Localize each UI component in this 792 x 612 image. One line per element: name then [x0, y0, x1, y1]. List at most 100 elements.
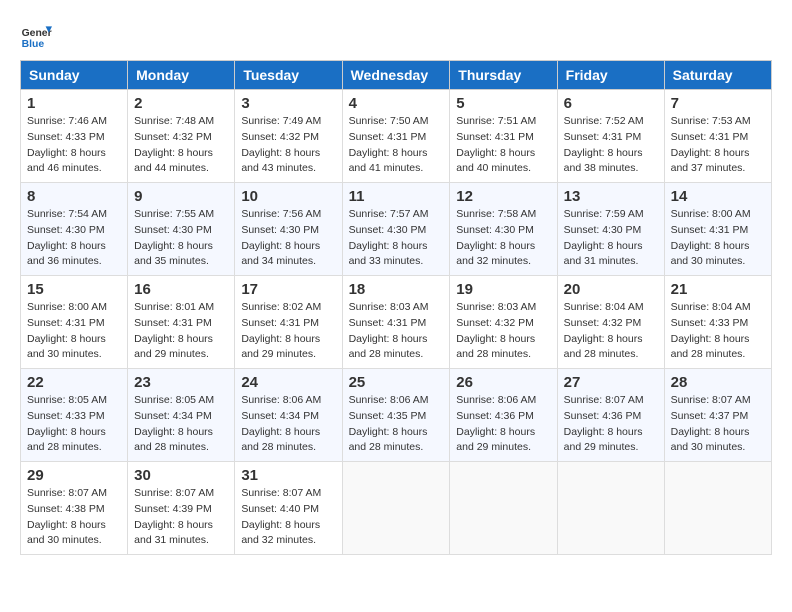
day-number: 1 — [27, 95, 121, 112]
calendar-header-row: SundayMondayTuesdayWednesdayThursdayFrid… — [21, 61, 772, 90]
day-info: Sunrise: 7:57 AMSunset: 4:30 PMDaylight:… — [349, 208, 429, 267]
calendar-cell: 7 Sunrise: 7:53 AMSunset: 4:31 PMDayligh… — [664, 90, 771, 183]
calendar-cell: 21 Sunrise: 8:04 AMSunset: 4:33 PMDaylig… — [664, 276, 771, 369]
day-number: 26 — [456, 374, 550, 391]
day-number: 23 — [134, 374, 228, 391]
calendar-cell: 23 Sunrise: 8:05 AMSunset: 4:34 PMDaylig… — [128, 369, 235, 462]
day-number: 27 — [564, 374, 658, 391]
page-header: General Blue — [20, 20, 772, 52]
calendar-cell: 1 Sunrise: 7:46 AMSunset: 4:33 PMDayligh… — [21, 90, 128, 183]
calendar-cell: 19 Sunrise: 8:03 AMSunset: 4:32 PMDaylig… — [450, 276, 557, 369]
column-header-tuesday: Tuesday — [235, 61, 342, 90]
day-info: Sunrise: 7:48 AMSunset: 4:32 PMDaylight:… — [134, 115, 214, 174]
logo-icon: General Blue — [20, 20, 52, 52]
calendar-week-row: 15 Sunrise: 8:00 AMSunset: 4:31 PMDaylig… — [21, 276, 772, 369]
calendar-cell — [664, 462, 771, 555]
day-info: Sunrise: 8:07 AMSunset: 4:38 PMDaylight:… — [27, 487, 107, 546]
calendar-table: SundayMondayTuesdayWednesdayThursdayFrid… — [20, 60, 772, 555]
calendar-cell: 15 Sunrise: 8:00 AMSunset: 4:31 PMDaylig… — [21, 276, 128, 369]
day-info: Sunrise: 7:50 AMSunset: 4:31 PMDaylight:… — [349, 115, 429, 174]
calendar-cell: 13 Sunrise: 7:59 AMSunset: 4:30 PMDaylig… — [557, 183, 664, 276]
calendar-cell: 25 Sunrise: 8:06 AMSunset: 4:35 PMDaylig… — [342, 369, 450, 462]
day-number: 20 — [564, 281, 658, 298]
day-number: 11 — [349, 188, 444, 205]
day-number: 8 — [27, 188, 121, 205]
day-number: 4 — [349, 95, 444, 112]
calendar-cell: 9 Sunrise: 7:55 AMSunset: 4:30 PMDayligh… — [128, 183, 235, 276]
day-number: 13 — [564, 188, 658, 205]
day-number: 25 — [349, 374, 444, 391]
calendar-cell — [557, 462, 664, 555]
day-number: 10 — [241, 188, 335, 205]
day-number: 3 — [241, 95, 335, 112]
calendar-cell: 29 Sunrise: 8:07 AMSunset: 4:38 PMDaylig… — [21, 462, 128, 555]
day-number: 9 — [134, 188, 228, 205]
logo: General Blue — [20, 20, 58, 52]
day-info: Sunrise: 8:00 AMSunset: 4:31 PMDaylight:… — [27, 301, 107, 360]
calendar-week-row: 29 Sunrise: 8:07 AMSunset: 4:38 PMDaylig… — [21, 462, 772, 555]
calendar-cell: 3 Sunrise: 7:49 AMSunset: 4:32 PMDayligh… — [235, 90, 342, 183]
day-info: Sunrise: 7:52 AMSunset: 4:31 PMDaylight:… — [564, 115, 644, 174]
day-info: Sunrise: 8:03 AMSunset: 4:32 PMDaylight:… — [456, 301, 536, 360]
day-info: Sunrise: 8:07 AMSunset: 4:37 PMDaylight:… — [671, 394, 751, 453]
calendar-cell: 10 Sunrise: 7:56 AMSunset: 4:30 PMDaylig… — [235, 183, 342, 276]
day-info: Sunrise: 7:51 AMSunset: 4:31 PMDaylight:… — [456, 115, 536, 174]
day-number: 19 — [456, 281, 550, 298]
calendar-cell: 17 Sunrise: 8:02 AMSunset: 4:31 PMDaylig… — [235, 276, 342, 369]
day-number: 21 — [671, 281, 765, 298]
column-header-thursday: Thursday — [450, 61, 557, 90]
calendar-week-row: 8 Sunrise: 7:54 AMSunset: 4:30 PMDayligh… — [21, 183, 772, 276]
day-info: Sunrise: 8:05 AMSunset: 4:34 PMDaylight:… — [134, 394, 214, 453]
calendar-cell — [342, 462, 450, 555]
day-info: Sunrise: 8:07 AMSunset: 4:40 PMDaylight:… — [241, 487, 321, 546]
day-info: Sunrise: 7:56 AMSunset: 4:30 PMDaylight:… — [241, 208, 321, 267]
day-info: Sunrise: 7:58 AMSunset: 4:30 PMDaylight:… — [456, 208, 536, 267]
day-number: 15 — [27, 281, 121, 298]
calendar-cell: 26 Sunrise: 8:06 AMSunset: 4:36 PMDaylig… — [450, 369, 557, 462]
day-info: Sunrise: 8:06 AMSunset: 4:35 PMDaylight:… — [349, 394, 429, 453]
day-number: 5 — [456, 95, 550, 112]
calendar-cell: 27 Sunrise: 8:07 AMSunset: 4:36 PMDaylig… — [557, 369, 664, 462]
day-info: Sunrise: 8:00 AMSunset: 4:31 PMDaylight:… — [671, 208, 751, 267]
day-info: Sunrise: 8:06 AMSunset: 4:34 PMDaylight:… — [241, 394, 321, 453]
day-number: 18 — [349, 281, 444, 298]
calendar-cell: 16 Sunrise: 8:01 AMSunset: 4:31 PMDaylig… — [128, 276, 235, 369]
day-info: Sunrise: 8:07 AMSunset: 4:36 PMDaylight:… — [564, 394, 644, 453]
day-number: 14 — [671, 188, 765, 205]
day-info: Sunrise: 7:46 AMSunset: 4:33 PMDaylight:… — [27, 115, 107, 174]
calendar-cell: 31 Sunrise: 8:07 AMSunset: 4:40 PMDaylig… — [235, 462, 342, 555]
calendar-cell: 2 Sunrise: 7:48 AMSunset: 4:32 PMDayligh… — [128, 90, 235, 183]
day-info: Sunrise: 7:49 AMSunset: 4:32 PMDaylight:… — [241, 115, 321, 174]
day-info: Sunrise: 8:05 AMSunset: 4:33 PMDaylight:… — [27, 394, 107, 453]
day-number: 2 — [134, 95, 228, 112]
calendar-cell: 14 Sunrise: 8:00 AMSunset: 4:31 PMDaylig… — [664, 183, 771, 276]
column-header-wednesday: Wednesday — [342, 61, 450, 90]
day-info: Sunrise: 8:02 AMSunset: 4:31 PMDaylight:… — [241, 301, 321, 360]
column-header-saturday: Saturday — [664, 61, 771, 90]
calendar-cell: 22 Sunrise: 8:05 AMSunset: 4:33 PMDaylig… — [21, 369, 128, 462]
day-number: 7 — [671, 95, 765, 112]
calendar-cell: 4 Sunrise: 7:50 AMSunset: 4:31 PMDayligh… — [342, 90, 450, 183]
column-header-sunday: Sunday — [21, 61, 128, 90]
day-info: Sunrise: 8:07 AMSunset: 4:39 PMDaylight:… — [134, 487, 214, 546]
day-number: 16 — [134, 281, 228, 298]
day-number: 22 — [27, 374, 121, 391]
day-number: 17 — [241, 281, 335, 298]
day-number: 30 — [134, 467, 228, 484]
day-info: Sunrise: 7:54 AMSunset: 4:30 PMDaylight:… — [27, 208, 107, 267]
calendar-cell: 30 Sunrise: 8:07 AMSunset: 4:39 PMDaylig… — [128, 462, 235, 555]
calendar-cell: 18 Sunrise: 8:03 AMSunset: 4:31 PMDaylig… — [342, 276, 450, 369]
day-info: Sunrise: 7:55 AMSunset: 4:30 PMDaylight:… — [134, 208, 214, 267]
calendar-cell: 8 Sunrise: 7:54 AMSunset: 4:30 PMDayligh… — [21, 183, 128, 276]
calendar-cell: 20 Sunrise: 8:04 AMSunset: 4:32 PMDaylig… — [557, 276, 664, 369]
calendar-cell: 12 Sunrise: 7:58 AMSunset: 4:30 PMDaylig… — [450, 183, 557, 276]
day-number: 28 — [671, 374, 765, 391]
day-number: 29 — [27, 467, 121, 484]
calendar-cell: 28 Sunrise: 8:07 AMSunset: 4:37 PMDaylig… — [664, 369, 771, 462]
day-info: Sunrise: 8:01 AMSunset: 4:31 PMDaylight:… — [134, 301, 214, 360]
day-info: Sunrise: 8:03 AMSunset: 4:31 PMDaylight:… — [349, 301, 429, 360]
day-info: Sunrise: 8:06 AMSunset: 4:36 PMDaylight:… — [456, 394, 536, 453]
day-number: 31 — [241, 467, 335, 484]
calendar-cell — [450, 462, 557, 555]
day-number: 12 — [456, 188, 550, 205]
